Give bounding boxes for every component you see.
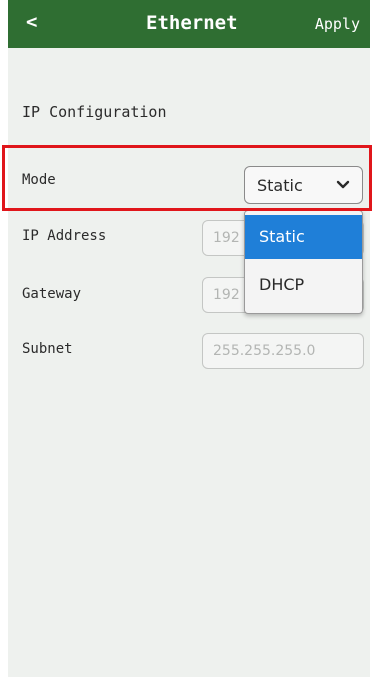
mode-select[interactable]: Static: [244, 166, 363, 204]
mode-dropdown-list: Static DHCP: [244, 210, 363, 314]
gateway-label: Gateway: [22, 286, 82, 302]
page-title: Ethernet: [146, 12, 238, 34]
mode-option-dhcp[interactable]: DHCP: [245, 263, 362, 307]
mode-option-static[interactable]: Static: [245, 215, 362, 259]
subnet-label: Subnet: [22, 341, 73, 357]
back-button[interactable]: <: [26, 11, 37, 33]
mode-select-value: Static: [257, 175, 303, 195]
mode-label: Mode: [22, 172, 56, 188]
device-screen: < Ethernet Apply IP Configuration Mode S…: [8, 0, 370, 677]
subnet-field[interactable]: 255.255.255.0: [202, 333, 364, 369]
apply-button[interactable]: Apply: [315, 15, 360, 33]
section-title: IP Configuration: [22, 103, 167, 121]
ip-address-label: IP Address: [22, 228, 107, 244]
title-bar: < Ethernet Apply: [8, 0, 370, 48]
chevron-down-icon: [336, 180, 350, 189]
